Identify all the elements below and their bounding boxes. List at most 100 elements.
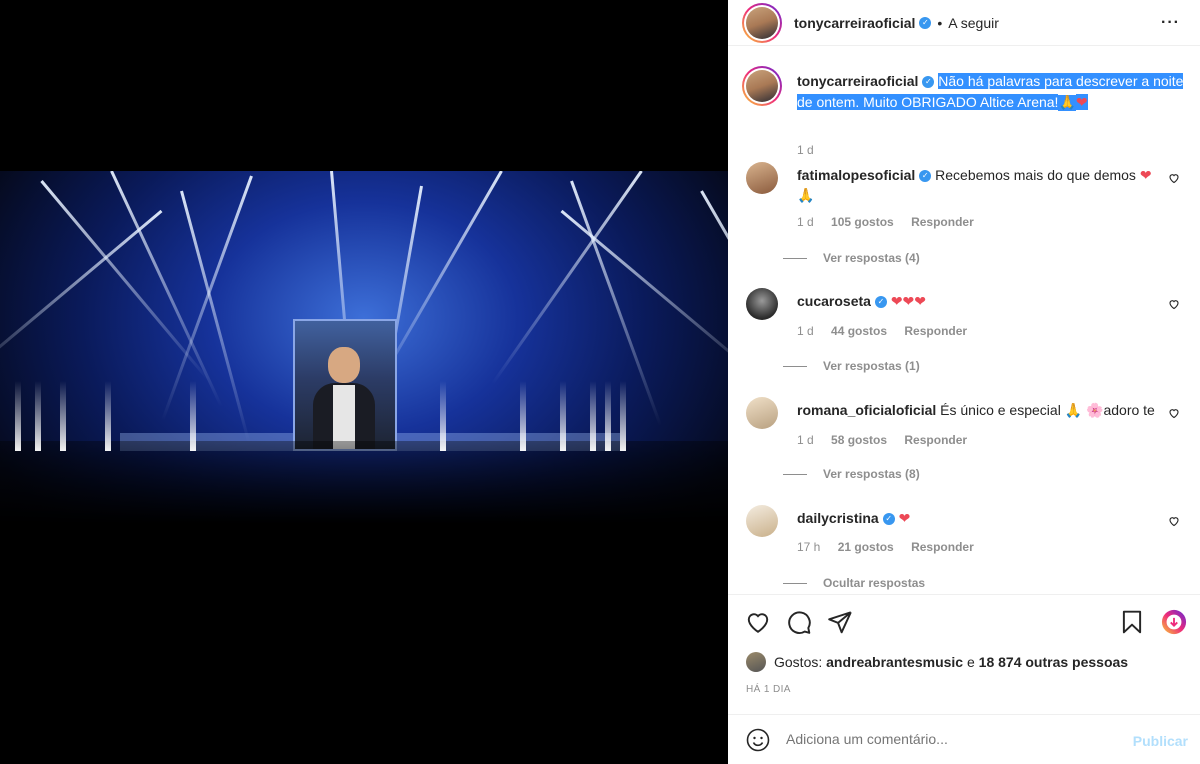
view-replies-label: Ver respostas (1) — [823, 359, 920, 373]
view-replies-button[interactable]: Ver respostas (1) — [783, 359, 920, 373]
light-beam — [700, 190, 728, 417]
comment-meta: 1 d 105 gostos Responder — [797, 215, 988, 229]
comment-meta: 1 d 44 gostos Responder — [797, 324, 981, 338]
likes-summary[interactable]: Gostos: andreabrantesmusic e 18 874 outr… — [746, 652, 1128, 672]
liker-username[interactable]: andreabrantesmusic — [826, 654, 963, 670]
likes-others[interactable]: 18 874 outras pessoas — [979, 654, 1128, 670]
commenter-avatar[interactable] — [746, 505, 778, 537]
stage-firework — [520, 381, 526, 451]
comment-time[interactable]: 1 d — [797, 215, 814, 229]
post-media — [0, 0, 728, 764]
comment-input[interactable] — [786, 731, 1116, 747]
replies-line — [783, 473, 807, 475]
author-avatar[interactable] — [742, 2, 782, 43]
comment-like-icon[interactable] — [1168, 298, 1180, 310]
save-icon[interactable] — [1119, 609, 1145, 635]
caption-avatar-image — [746, 70, 778, 102]
stage-firework — [60, 381, 66, 451]
comment-text: dailycristina ✓ ❤ — [797, 508, 1157, 528]
post-time[interactable]: HÁ 1 DIA — [746, 684, 791, 695]
verified-icon: ✓ — [922, 76, 935, 89]
heart-emoji: ❤ — [898, 510, 911, 526]
comment-body-2: adoro te — [1103, 402, 1155, 418]
caption-avatar[interactable] — [742, 66, 782, 106]
publish-button[interactable]: Publicar — [1133, 733, 1188, 749]
stage-firework — [590, 381, 596, 451]
view-replies-button[interactable]: Ver respostas (4) — [783, 251, 920, 265]
hearts-emoji: ❤❤❤ — [890, 293, 927, 309]
heart-emoji: ❤ — [1139, 167, 1152, 183]
stage-firework — [105, 381, 111, 451]
hide-replies-button[interactable]: Ocultar respostas — [783, 576, 925, 590]
replies-line — [783, 365, 807, 367]
post-actions — [728, 594, 1200, 646]
pray-emoji: 🙏 — [1064, 403, 1083, 419]
commenter-avatar[interactable] — [746, 162, 778, 194]
comment-like-icon[interactable] — [1168, 515, 1180, 527]
stage-firework — [440, 381, 446, 451]
view-replies-button[interactable]: Ver respostas (8) — [783, 467, 920, 481]
verified-icon: ✓ — [919, 16, 932, 29]
reply-button[interactable]: Responder — [911, 215, 974, 229]
comment-like-icon[interactable] — [1168, 407, 1180, 419]
download-extension-icon[interactable] — [1161, 609, 1187, 635]
stage-firework — [560, 381, 566, 451]
author-avatar-image — [746, 6, 778, 39]
view-replies-label: Ver respostas (4) — [823, 251, 920, 265]
singer-face — [328, 347, 360, 383]
liker-avatar — [746, 652, 766, 672]
singer-shirt — [333, 385, 355, 449]
separator-dot: • — [937, 14, 943, 31]
comment-username[interactable]: cucaroseta — [797, 293, 871, 309]
stage-firework — [605, 381, 611, 451]
comment-username[interactable]: dailycristina — [797, 510, 879, 526]
replies-line — [783, 257, 807, 259]
author-username[interactable]: tonycarreiraoficial — [794, 15, 915, 31]
share-icon[interactable] — [827, 609, 853, 635]
stage-firework — [190, 381, 196, 451]
comment-body: És único e especial — [940, 402, 1061, 418]
comment-text: cucaroseta ✓ ❤❤❤ — [797, 291, 1157, 311]
comment-meta: 1 d 58 gostos Responder — [797, 433, 981, 447]
commenter-avatar[interactable] — [746, 397, 778, 429]
comment-like-icon[interactable] — [1168, 172, 1180, 184]
caption-time[interactable]: 1 d — [797, 143, 814, 157]
following-button[interactable]: A seguir — [948, 15, 999, 31]
stage-screen — [293, 319, 397, 451]
caption-username[interactable]: tonycarreiraoficial — [797, 73, 918, 89]
replies-line — [783, 582, 807, 584]
emoji-icon[interactable] — [746, 728, 770, 752]
comment-username[interactable]: fatimalopesoficial — [797, 167, 915, 183]
comment-text: romana_oficialoficial És único e especia… — [797, 400, 1157, 421]
hide-replies-label: Ocultar respostas — [823, 576, 926, 590]
pray-emoji: 🙏 — [797, 188, 815, 204]
more-options-icon[interactable]: ··· — [1161, 14, 1180, 32]
reply-button[interactable]: Responder — [904, 324, 967, 338]
stage-firework — [35, 381, 41, 451]
comment-time[interactable]: 1 d — [797, 433, 814, 447]
light-beam — [491, 171, 643, 385]
comment-likes[interactable]: 105 gostos — [831, 215, 894, 229]
comment-time[interactable]: 17 h — [797, 540, 820, 554]
comment-likes[interactable]: 44 gostos — [831, 324, 887, 338]
comment-username[interactable]: romana_oficialoficial — [797, 402, 936, 418]
light-beam — [161, 175, 253, 421]
like-icon[interactable] — [745, 609, 771, 635]
comment-likes[interactable]: 21 gostos — [838, 540, 894, 554]
view-replies-label: Ver respostas (8) — [823, 467, 920, 481]
caption-text: tonycarreiraoficial ✓ Não há palavras par… — [797, 71, 1197, 114]
reply-button[interactable]: Responder — [904, 433, 967, 447]
commenter-avatar[interactable] — [746, 288, 778, 320]
comment-time[interactable]: 1 d — [797, 324, 814, 338]
light-beam — [560, 209, 728, 380]
light-beam — [570, 180, 662, 426]
likes-prefix: Gostos: — [774, 654, 823, 670]
comment-icon[interactable] — [786, 609, 812, 635]
comments-scroll[interactable]: tonycarreiraoficial ✓ Não há palavras par… — [728, 46, 1200, 594]
comment-likes[interactable]: 58 gostos — [831, 433, 887, 447]
concert-photo[interactable] — [0, 171, 728, 591]
comment-text: fatimalopesoficial ✓ Recebemos mais do qu… — [797, 165, 1157, 206]
pray-emoji: 🙏 — [1058, 95, 1076, 111]
heart-emoji: ❤ — [1075, 94, 1088, 110]
reply-button[interactable]: Responder — [911, 540, 974, 554]
